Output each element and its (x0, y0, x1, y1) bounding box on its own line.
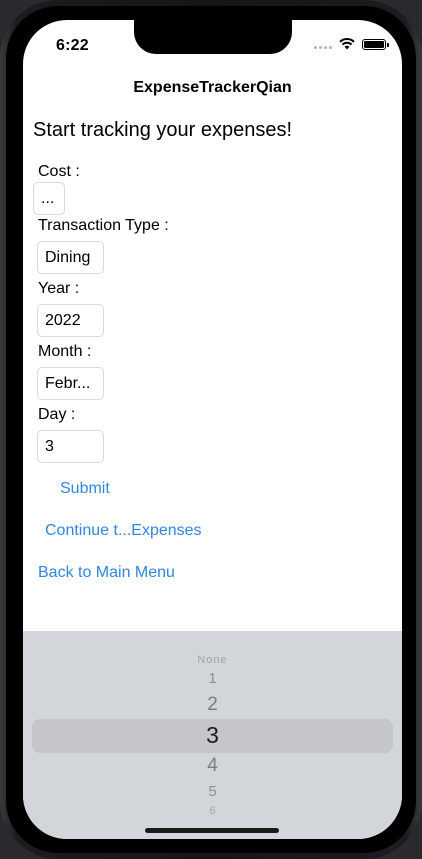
year-field[interactable]: 2022 (37, 304, 104, 337)
notch (134, 20, 292, 54)
month-label: Month : (38, 343, 92, 360)
cost-field[interactable]: ... (33, 182, 65, 215)
cellular-signal-icon (314, 39, 332, 49)
day-field[interactable]: 3 (37, 430, 104, 463)
nav-title: ExpenseTrackerQian (133, 79, 292, 96)
transaction-type-label: Transaction Type : (38, 217, 169, 234)
transaction-type-field[interactable]: Dining (37, 241, 104, 274)
picker-item[interactable]: None (23, 654, 402, 666)
picker-selected-item[interactable]: 3 (23, 722, 402, 749)
picker-item[interactable]: 6 (23, 805, 402, 817)
picker-item[interactable]: 4 (23, 755, 402, 777)
status-icons (314, 38, 389, 50)
home-indicator[interactable] (145, 828, 279, 833)
picker-item[interactable]: 2 (23, 694, 402, 716)
day-picker-wheel[interactable]: None 1 2 3 4 5 6 (23, 631, 402, 839)
back-to-main-menu-button[interactable]: Back to Main Menu (38, 564, 175, 582)
picker-item[interactable]: 1 (23, 670, 402, 687)
picker-item[interactable]: 5 (23, 783, 402, 800)
continue-expenses-button[interactable]: Continue t...Expenses (45, 522, 202, 540)
page-heading: Start tracking your expenses! (33, 119, 293, 141)
wifi-icon (339, 38, 355, 50)
month-field[interactable]: Febr... (37, 367, 104, 400)
day-label: Day : (38, 406, 76, 423)
device-frame: 6:22 ExpenseTrackerQian Start tracking y… (0, 0, 422, 859)
submit-button[interactable]: Submit (60, 480, 110, 498)
year-label: Year : (38, 280, 80, 297)
app-screen: 6:22 ExpenseTrackerQian Start tracking y… (23, 20, 402, 839)
status-time: 6:22 (56, 37, 89, 54)
cost-label: Cost : (38, 163, 80, 180)
battery-icon (362, 38, 389, 50)
